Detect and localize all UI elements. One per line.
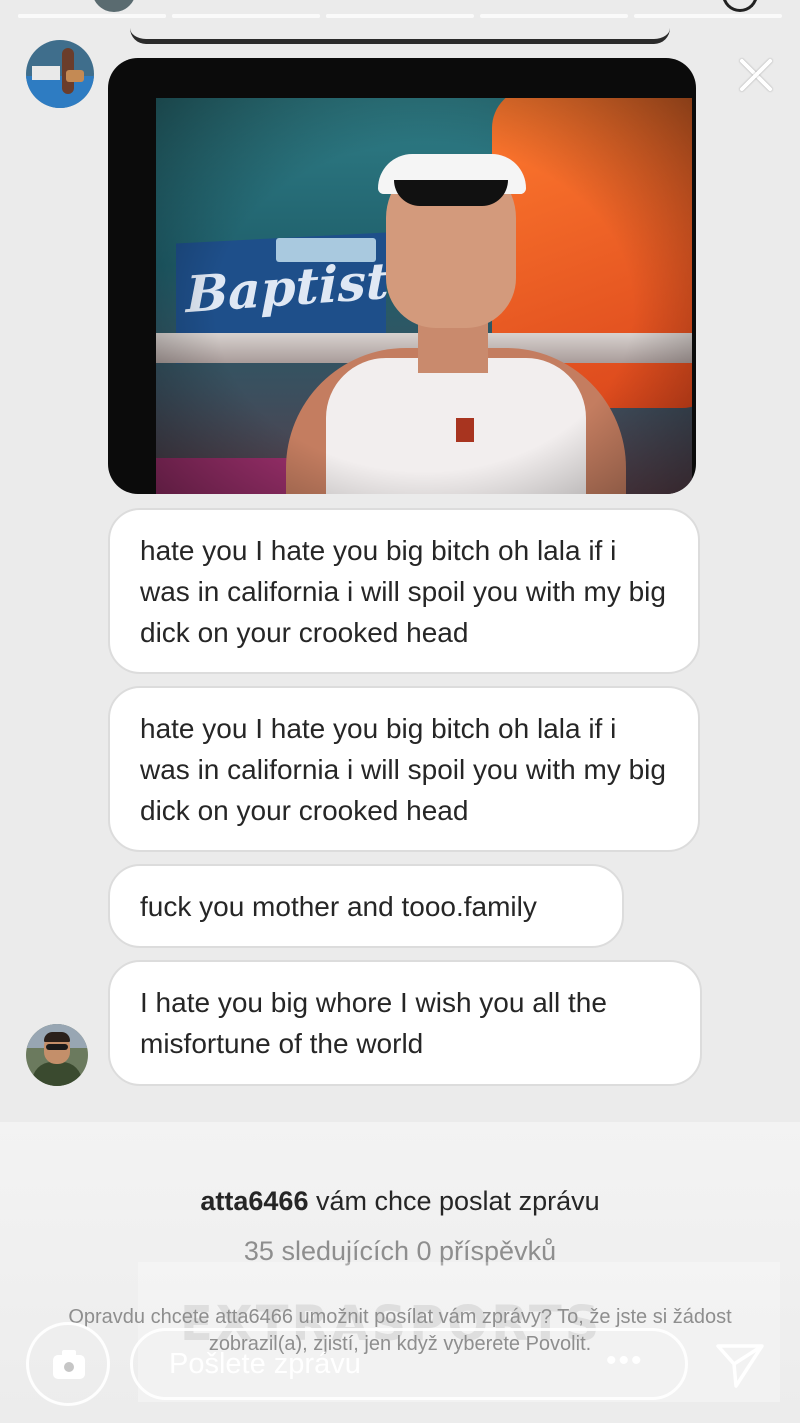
story-progress-segment [480, 14, 628, 18]
profile-avatar[interactable] [26, 40, 94, 108]
message-bubble[interactable]: hate you I hate you big bitch oh lala if… [108, 686, 700, 852]
send-icon[interactable] [712, 1336, 768, 1392]
tv-screen-image: Baptist [156, 98, 692, 494]
request-title-suffix: vám chce poslat zprávu [308, 1186, 600, 1216]
request-title: atta6466 vám chce poslat zprávu [0, 1186, 800, 1217]
story-progress-segment [18, 14, 166, 18]
story-progress-segment [634, 14, 782, 18]
request-username[interactable]: atta6466 [200, 1186, 308, 1216]
more-options-button[interactable]: ••• [606, 1346, 644, 1376]
reply-input[interactable] [130, 1328, 688, 1400]
story-progress-segment [326, 14, 474, 18]
message-bubble[interactable]: fuck you mother and tooo.family [108, 864, 624, 948]
message-photo[interactable]: Baptist [108, 58, 696, 494]
close-icon[interactable] [730, 50, 780, 100]
camera-icon[interactable] [26, 1322, 110, 1406]
story-progress-segment [172, 14, 320, 18]
message-bubble[interactable]: hate you I hate you big bitch oh lala if… [108, 508, 700, 674]
previous-icon-fragment [722, 0, 758, 12]
sender-avatar[interactable] [26, 1024, 88, 1086]
previous-avatar-fragment [92, 0, 136, 12]
message-bubble[interactable]: I hate you big whore I wish you all the … [108, 960, 702, 1086]
